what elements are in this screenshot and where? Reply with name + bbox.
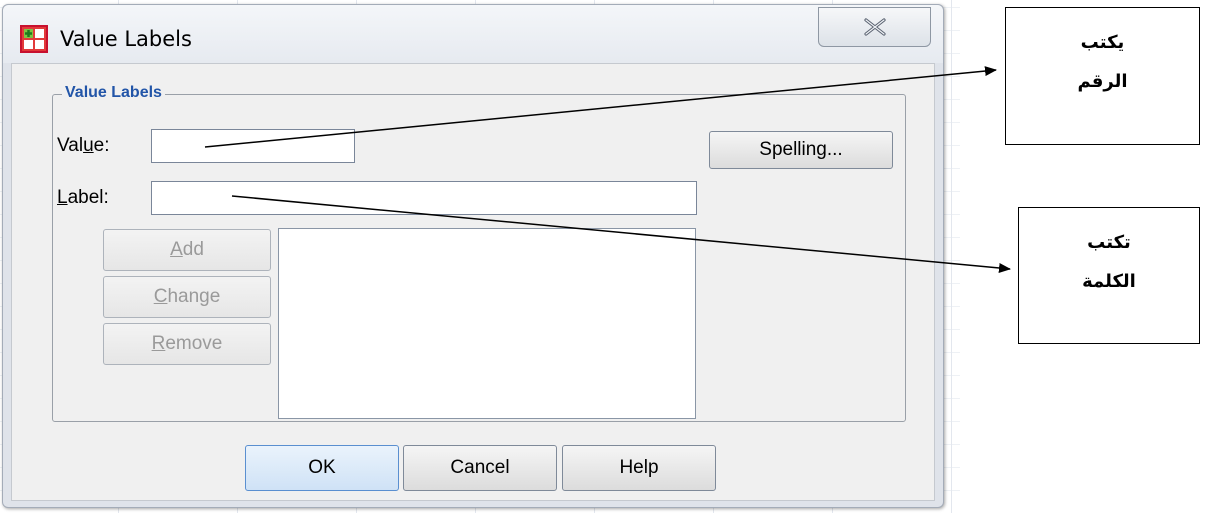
annotation-arrows <box>204 66 1011 273</box>
value-arrow <box>204 66 997 148</box>
label-arrow <box>231 195 1011 273</box>
